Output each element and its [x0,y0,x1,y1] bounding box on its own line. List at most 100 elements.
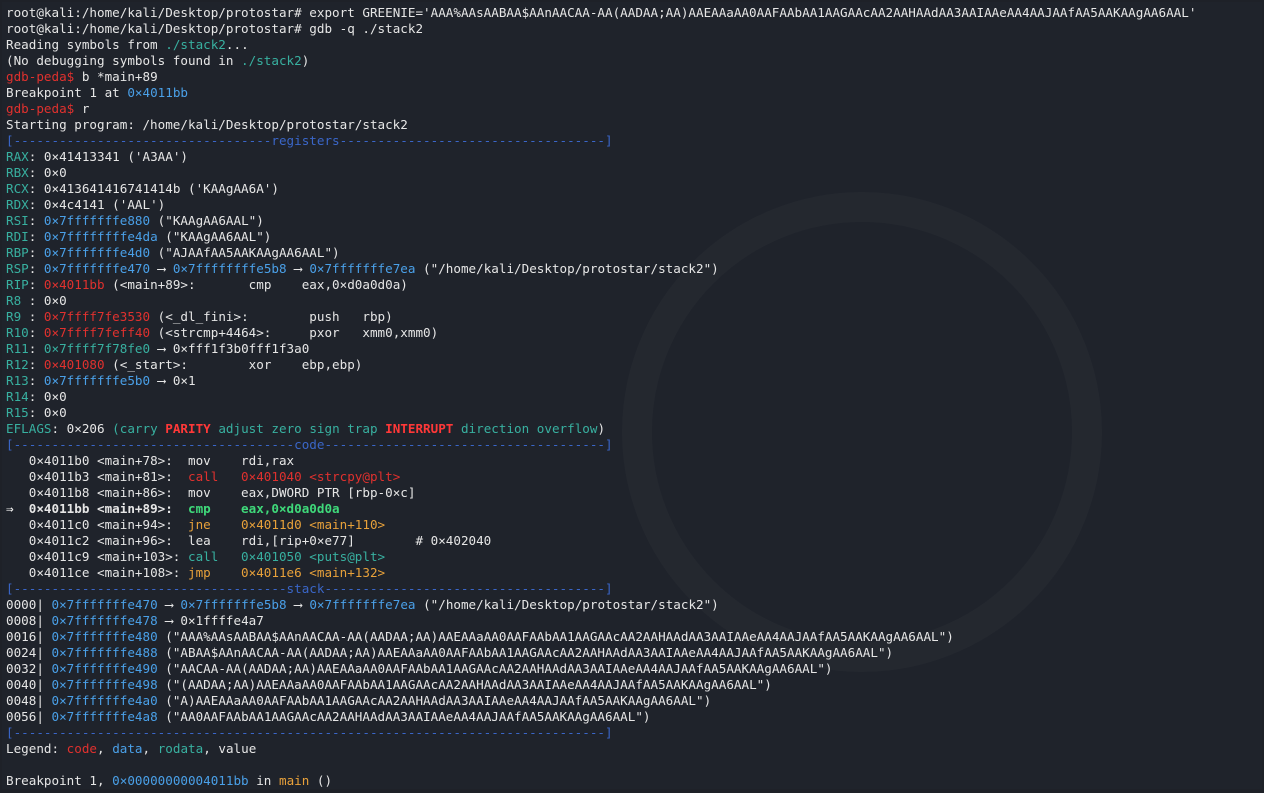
bp-address: 0×4011bb [127,85,188,100]
legend-label: Legend: [6,741,67,756]
register-row: RAX: 0×41413341 ('A3AA') [6,149,1258,165]
register-colon: : [51,421,67,436]
nodebug-file: ./stack2 [241,53,302,68]
stack-offset: 0056 [6,709,37,724]
stack-divider: | [36,613,52,628]
code-instruction: mov eax,DWORD PTR [rbp-0×c] [187,485,416,500]
stack-divider: | [36,709,52,724]
stack-row: 0000| 0×7fffffffe470 ⟶ 0×7fffffffe5b8 ⟶ … [6,597,1258,613]
register-value: (<strcmp+4464>: pxor xmm0,xmm0) [150,325,439,340]
nodebug-text: (No debugging symbols found in [6,53,242,68]
code-address: 0×4011b8 <main+86>: [28,485,188,500]
register-name: RBX [6,165,29,180]
registers-panel: RAX: 0×41413341 ('A3AA') RBX: 0×0 RCX: 0×4… [6,149,1258,437]
terminal-window[interactable]: root@kali:/home/kali/Desktop/protostar# … [2,2,1262,789]
shell-command-gdb: root@kali:/home/kali/Desktop/protostar# … [6,21,1258,37]
stack-value: 0×7fffffffe5b8 [180,597,287,612]
register-value: 0×0 [43,293,67,308]
legend-comma: , [142,741,158,756]
legend-value: value [218,741,257,756]
reading-file: ./stack2 [165,37,226,52]
shell-command-export: root@kali:/home/kali/Desktop/protostar# … [6,5,1258,21]
stack-row: 0048| 0×7fffffffe4a0 ("A)AAEAAaAA0AAFAAb… [6,693,1258,709]
register-row: R15: 0×0 [6,405,1258,421]
register-value: ("/home/kali/Desktop/protostar/stack2") [415,261,719,276]
register-value: 0×0 [43,389,67,404]
code-address: 0×4011bb <main+89>: [28,501,188,516]
stack-address: 0×7fffffffe490 [51,661,158,676]
reading-symbols-line: Reading symbols from ./stack2... [6,37,1258,53]
current-instruction-arrow [6,453,29,468]
code-address: 0×4011c0 <main+94>: [28,517,188,532]
stack-address: 0×7fffffffe4a0 [51,693,158,708]
stack-value: ("AA0AAFAAbAA1AAGAAcAA2AAHAAdAA3AAIAAeAA… [157,709,651,724]
current-instruction-arrow [6,565,29,580]
code-line: 0×4011b8 <main+86>: mov eax,DWORD PTR [r… [6,485,1258,501]
register-value: 0×7ffff7fe3530 [43,309,151,324]
stack-row: 0032| 0×7fffffffe490 ("AACAA-AA(AADAA;AA… [6,661,1258,677]
register-value: ⟶ [286,261,310,276]
code-address: 0×4011c2 <main+96>: [28,533,188,548]
register-value: 0×7fffffffe7ea [309,261,416,276]
stack-value: ⟶ [286,597,310,612]
bp-hit-function: main [278,773,310,788]
stack-value: ("(AADAA;AA)AAEAAaAA0AAFAAbAA1AAGAAcAA2A… [157,677,772,692]
stack-divider: | [36,693,52,708]
code-instruction: jmp 0×4011e6 <main+132> [187,565,386,580]
register-row: RIP: 0×4011bb (<main+89>: cmp eax,0×d0a0… [6,277,1258,293]
stack-address: 0×7fffffffe488 [51,645,158,660]
register-name: R11 [6,341,29,356]
nodebug-close: ) [301,53,310,68]
register-name: RIP [6,277,29,292]
register-value: 0×0 [43,405,67,420]
register-value: 0×7ffff7f78fe0 [43,341,151,356]
register-row: R11: 0×7ffff7f78fe0 ⟶ 0×fff1f3b0fff1f3a0 [6,341,1258,357]
register-value: 0×7ffffffffe4da [43,229,158,244]
register-row: RSI: 0×7fffffffe880 ("KAAgAA6AAL") [6,213,1258,229]
register-value: 0×7fffffffe5b0 [43,373,151,388]
reading-ellipsis: ... [225,37,249,52]
stack-offset: 0024 [6,645,37,660]
register-colon: : [28,341,44,356]
stack-panel: 0000| 0×7fffffffe470 ⟶ 0×7fffffffe5b8 ⟶ … [6,597,1258,725]
register-value: ) [597,421,606,436]
register-row: R9 : 0×7ffff7fe3530 (<_dl_fini>: push rb… [6,309,1258,325]
register-name: R13 [6,373,29,388]
bp-text: Breakpoint 1 at [6,85,128,100]
register-colon: : [28,261,44,276]
legend-comma: , [203,741,219,756]
current-instruction-arrow [6,517,29,532]
register-value: ("KAAgAA6AAL") [150,213,264,228]
register-name: RSP [6,261,29,276]
stack-value: 0×7fffffffe7ea [309,597,416,612]
register-row: RBP: 0×7fffffffe4d0 ("AJAAfAA5AAKAAgAA6A… [6,245,1258,261]
shell-prompt: root@kali:/home/kali/Desktop/protostar# [6,5,310,20]
register-name: RAX [6,149,29,164]
register-colon: : [28,405,44,420]
register-row: R14: 0×0 [6,389,1258,405]
gdb-run-command: gdb-peda$ r [6,101,1258,117]
current-instruction-arrow: ⇒ [6,501,29,516]
register-colon: : [28,309,44,324]
register-name: RSI [6,213,29,228]
code-instruction: mov rdi,rax [187,453,295,468]
register-name: R9 [6,309,29,324]
code-panel: 0×4011b0 <main+78>: mov rdi,rax 0×4011b3… [6,453,1258,581]
code-instruction: call 0×401040 <strcpy@plt> [187,469,401,484]
breakpoint-set-line: Breakpoint 1 at 0×4011bb [6,85,1258,101]
bp-hit-parens: () [309,773,333,788]
register-row: R10: 0×7ffff7feff40 (<strcmp+4464>: pxor… [6,325,1258,341]
starting-program-line: Starting program: /home/kali/Desktop/pro… [6,117,408,132]
legend-line: Legend: code, data, rodata, value [6,741,1258,757]
register-value: (carry [112,421,166,436]
code-line: 0×4011b0 <main+78>: mov rdi,rax [6,453,1258,469]
stack-value: ⟶ [157,597,181,612]
register-row: R12: 0×401080 (<_start>: xor ebp,ebp) [6,357,1258,373]
register-name: RDI [6,229,29,244]
register-colon: : [28,165,44,180]
stack-value: ⟶ 0×1ffffe4a7 [157,613,264,628]
register-colon: : [28,229,44,244]
register-value: PARITY [165,421,211,436]
stack-value: ("ABAA$AAnAACAA-AA(AADAA;AA)AAEAAaAA0AAF… [157,645,894,660]
